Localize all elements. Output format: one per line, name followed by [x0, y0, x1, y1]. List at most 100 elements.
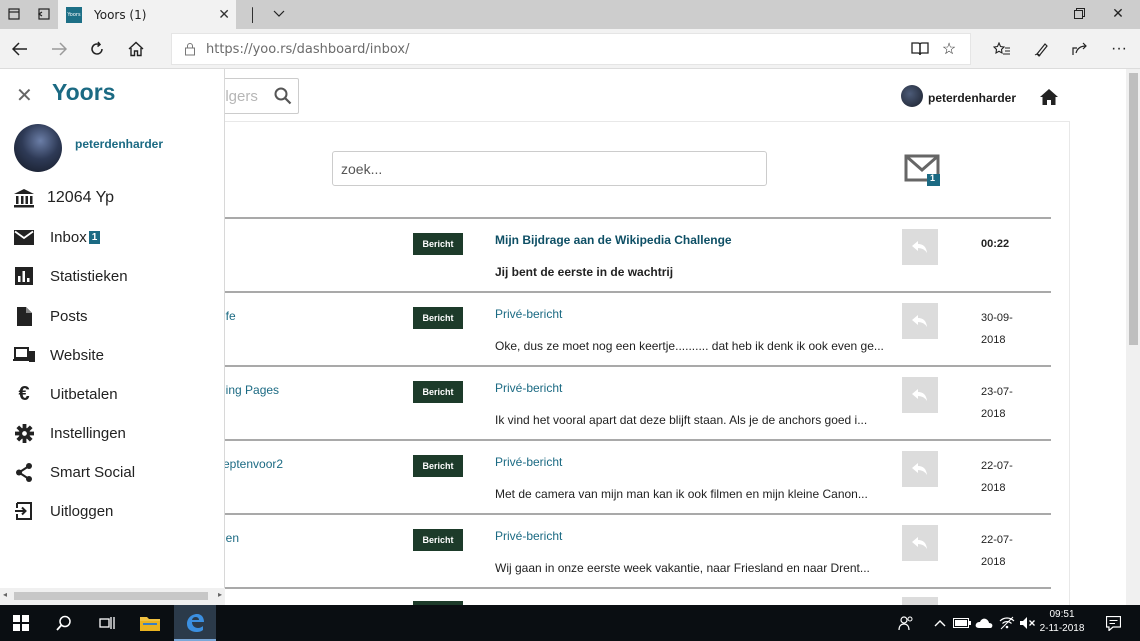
message-sender[interactable]: ien [223, 531, 239, 545]
people-icon[interactable] [894, 611, 918, 635]
message-row[interactable]: Bericht Mijn Bijdrage aan de Wikipedia C… [175, 217, 1051, 291]
share-browser-icon[interactable] [1068, 37, 1092, 61]
tab-list-chevron-icon[interactable] [268, 4, 290, 24]
message-row[interactable] [175, 587, 1051, 605]
balance-label: 12064 Yp [47, 189, 115, 206]
message-preview[interactable]: Wij gaan in onze eerste week vakantie, n… [495, 561, 870, 575]
back-arrow-icon[interactable] [8, 37, 32, 61]
system-clock[interactable]: 09:51 2-11-2018 [1034, 608, 1090, 636]
reply-icon [912, 389, 927, 401]
pen-notes-icon[interactable] [1030, 37, 1054, 61]
message-row[interactable]: ien Bericht Privé-bericht Wij gaan in on… [175, 513, 1051, 587]
edge-browser-taskbar-item[interactable] [174, 605, 216, 641]
favorites-list-icon[interactable] [990, 37, 1014, 61]
message-type-badge: Bericht [413, 455, 463, 477]
clock-time: 09:51 [1049, 609, 1075, 620]
message-sender[interactable]: ling Pages [223, 383, 279, 397]
windows-start-icon[interactable] [9, 611, 33, 635]
message-subject[interactable]: Mijn Bijdrage aan de Wikipedia Challenge [495, 233, 732, 247]
reply-button[interactable] [902, 377, 938, 413]
message-preview[interactable]: Met de camera van mijn man kan ik ook fi… [495, 487, 868, 501]
drawer-item-posts[interactable]: Posts [0, 301, 225, 331]
close-drawer-icon[interactable]: ✕ [16, 83, 33, 108]
drawer-horizontal-scrollbar[interactable]: ◂ ▸ [0, 588, 225, 605]
message-row[interactable]: eptenvoor2 Bericht Privé-bericht Met de … [175, 439, 1051, 513]
mail-icon[interactable]: 1 [904, 153, 942, 187]
page-scrollbar[interactable] [1126, 69, 1140, 605]
restore-window-icon[interactable] [1068, 3, 1090, 23]
drawer-item-statistieken[interactable]: Statistieken [0, 261, 225, 291]
message-subject[interactable]: Privé-bericht [495, 529, 562, 543]
message-sender[interactable]: eptenvoor2 [223, 457, 283, 471]
inbox-search-input[interactable]: zoek... [332, 151, 767, 186]
tray-chevron-up-icon[interactable] [928, 611, 952, 635]
close-window-icon[interactable]: ✕ [1107, 3, 1129, 23]
drawer-label: Statistieken [50, 267, 128, 285]
taskbar-search-icon[interactable] [52, 611, 76, 635]
scroll-right-arrow-icon[interactable]: ▸ [218, 590, 222, 599]
message-type-badge: Bericht [413, 233, 463, 255]
document-icon [13, 305, 35, 327]
message-date: 00:22 [981, 238, 1010, 250]
reading-view-icon[interactable] [908, 37, 932, 61]
home-browser-icon[interactable] [124, 37, 148, 61]
message-row[interactable]: ling Pages Bericht Privé-bericht Ik vind… [175, 365, 1051, 439]
message-date-line1: 23-07- [981, 386, 1013, 398]
browser-tab[interactable]: Yoors Yoors (1) ✕ [58, 0, 236, 29]
set-tabs-aside-icon[interactable] [32, 4, 54, 24]
message-date: 22-07- 2018 [981, 529, 1027, 573]
more-menu-icon[interactable]: ··· [1107, 37, 1131, 61]
message-preview[interactable]: Oke, dus ze moet nog een keertje........… [495, 339, 884, 353]
favicon-text: Yoors [67, 11, 81, 18]
onedrive-cloud-icon[interactable] [972, 611, 996, 635]
scroll-left-arrow-icon[interactable]: ◂ [3, 590, 7, 599]
tab-manager-icon[interactable] [3, 4, 25, 24]
task-view-icon[interactable] [95, 611, 119, 635]
reply-icon [912, 315, 927, 327]
favorite-star-icon[interactable]: ☆ [937, 37, 961, 61]
drawer-item-website[interactable]: Website [0, 340, 225, 370]
drawer-scrollbar-thumb[interactable] [14, 592, 208, 600]
forward-arrow-icon[interactable] [47, 37, 71, 61]
reply-button[interactable] [902, 229, 938, 265]
url-text: https://yoo.rs/dashboard/inbox/ [206, 42, 410, 57]
action-center-icon[interactable] [1101, 611, 1125, 635]
inbox-search-placeholder: zoek... [341, 161, 383, 177]
reply-button-partial[interactable] [902, 597, 938, 605]
drawer-item-uitbetalen[interactable]: € Uitbetalen [0, 379, 225, 409]
reply-button[interactable] [902, 451, 938, 487]
avatar[interactable] [14, 124, 62, 172]
message-row[interactable]: lfe Bericht Privé-bericht Oke, dus ze mo… [175, 291, 1051, 365]
message-preview[interactable]: Ik vind het vooral apart dat deze blijft… [495, 413, 867, 427]
user-name-top[interactable]: peterdenharder [928, 91, 1016, 105]
tab-close-icon[interactable]: ✕ [218, 6, 230, 23]
refresh-icon[interactable] [85, 37, 109, 61]
brand-logo[interactable]: Yoors [52, 79, 115, 106]
user-avatar-small[interactable] [901, 85, 923, 107]
message-date-line2: 2018 [981, 482, 1006, 494]
battery-icon[interactable] [950, 611, 974, 635]
drawer-item-uitloggen[interactable]: Uitloggen [0, 496, 225, 526]
browser-nav-bar: https://yoo.rs/dashboard/inbox/ ☆ ··· [0, 29, 1140, 69]
reply-button[interactable] [902, 303, 938, 339]
page-scrollbar-thumb[interactable] [1129, 73, 1138, 345]
address-bar[interactable]: https://yoo.rs/dashboard/inbox/ [171, 33, 971, 65]
home-icon[interactable] [1039, 88, 1059, 106]
drawer-item-balance[interactable]: 12064 Yp [0, 183, 225, 213]
windows-taskbar: 09:51 2-11-2018 [0, 605, 1140, 641]
drawer-item-smart-social[interactable]: Smart Social [0, 457, 225, 487]
reply-button[interactable] [902, 525, 938, 561]
drawer-item-instellingen[interactable]: Instellingen [0, 418, 225, 448]
drawer-username[interactable]: peterdenharder [75, 137, 163, 151]
message-subject[interactable]: Privé-bericht [495, 455, 562, 469]
message-subject[interactable]: Privé-bericht [495, 381, 562, 395]
message-preview[interactable]: Jij bent de eerste in de wachtrij [495, 265, 673, 279]
devices-icon [13, 344, 35, 366]
bank-icon [13, 187, 35, 209]
drawer-item-inbox[interactable]: Inbox 1 [0, 222, 225, 252]
message-date-line2: 2018 [981, 408, 1006, 420]
message-subject[interactable]: Privé-bericht [495, 307, 562, 321]
drawer-label: Website [50, 346, 104, 364]
file-explorer-icon[interactable] [138, 611, 162, 635]
search-icon[interactable] [274, 87, 292, 105]
